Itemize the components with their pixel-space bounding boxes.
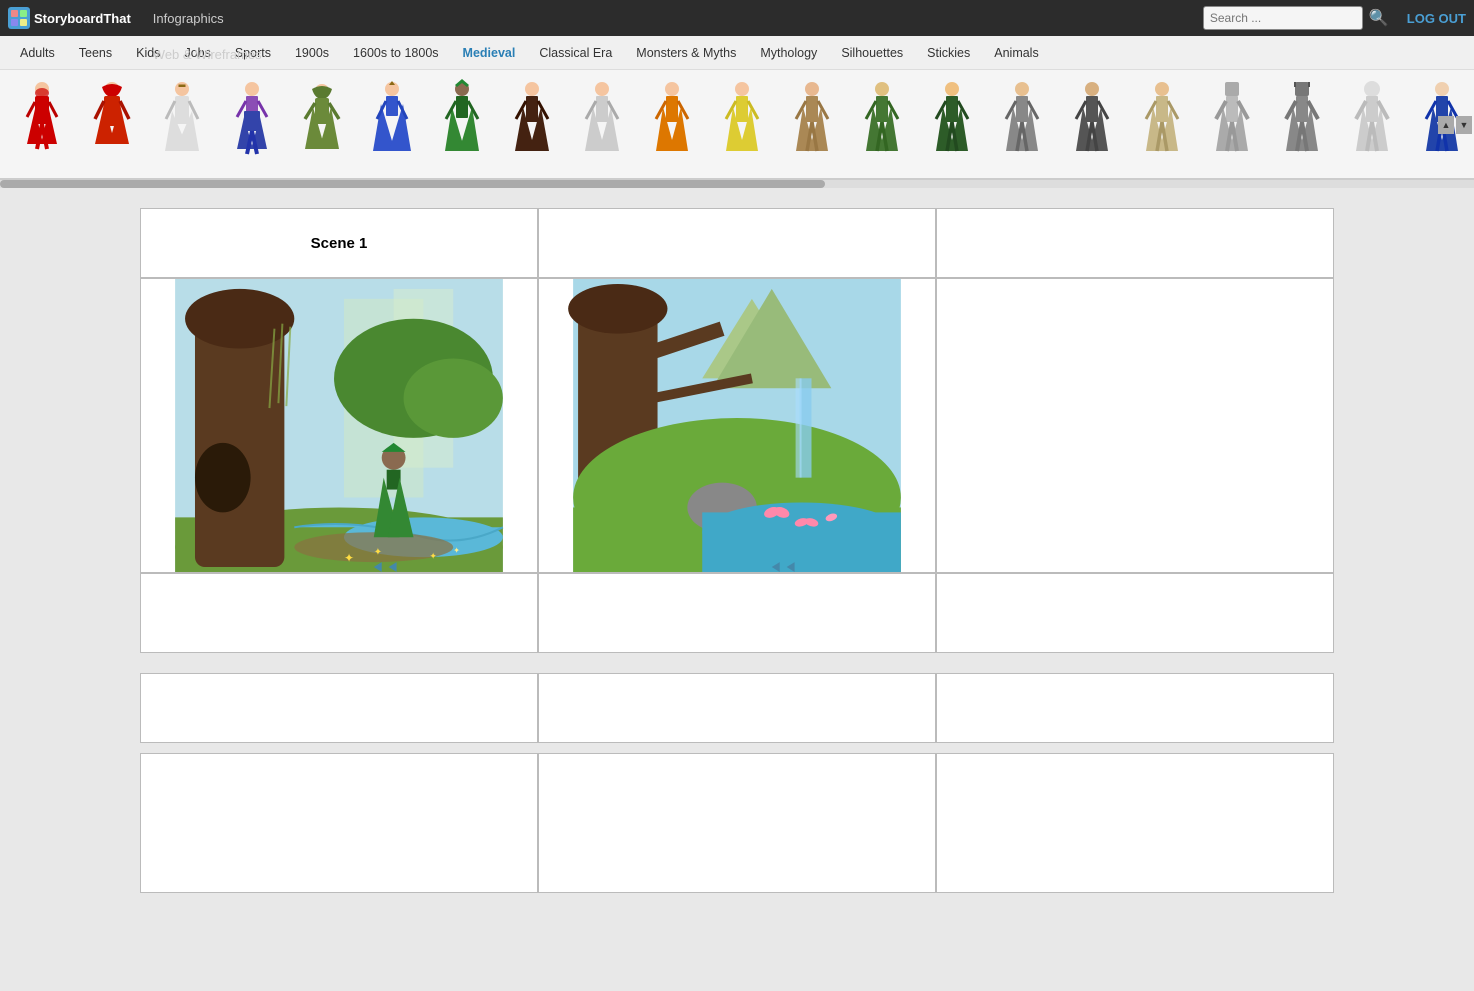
scene-2-extra[interactable]: [538, 753, 936, 893]
nav-infographics[interactable]: Infographics: [143, 0, 272, 36]
svg-text:✦: ✦: [429, 551, 437, 561]
scene-1-title[interactable]: Scene 1: [140, 208, 538, 278]
svg-text:✦: ✦: [453, 546, 460, 555]
scene-2-text[interactable]: [538, 573, 936, 653]
title-row: Scene 1: [140, 208, 1334, 278]
scene-1-image[interactable]: ✦ ✦ ✦ ✦: [140, 278, 538, 573]
scene-3-extra[interactable]: [936, 753, 1334, 893]
scene-1-desc[interactable]: [140, 673, 538, 743]
character-6[interactable]: [358, 74, 426, 174]
character-13[interactable]: [848, 74, 916, 174]
scene-1-extra[interactable]: [140, 753, 538, 893]
character-16[interactable]: [1058, 74, 1126, 174]
scene-3-text[interactable]: [936, 573, 1334, 653]
text-row: [140, 573, 1334, 653]
character-2[interactable]: [78, 74, 146, 174]
character-scrollbar[interactable]: [0, 180, 1474, 188]
cat-silhouettes[interactable]: Silhouettes: [829, 36, 915, 70]
character-7[interactable]: [428, 74, 496, 174]
character-9[interactable]: [568, 74, 636, 174]
scroll-up-button[interactable]: ▲: [1438, 116, 1454, 134]
scene-2-desc[interactable]: [538, 673, 936, 743]
character-5[interactable]: [288, 74, 356, 174]
scrollbar-thumb[interactable]: [0, 180, 825, 188]
strip-arrow-controls: ▲ ▼: [1438, 116, 1472, 134]
scene-2-image[interactable]: [538, 278, 936, 573]
character-strip: [0, 70, 1474, 180]
search-input[interactable]: [1203, 6, 1363, 30]
logout-button[interactable]: LOG OUT: [1407, 11, 1466, 26]
character-strip-wrapper: ▲ ▼: [0, 70, 1474, 180]
scene-3-desc[interactable]: [936, 673, 1334, 743]
scroll-down-button[interactable]: ▼: [1456, 116, 1472, 134]
logo[interactable]: StoryboardThat: [8, 7, 131, 29]
character-12[interactable]: [778, 74, 846, 174]
scene-3-image[interactable]: [936, 278, 1334, 573]
character-3[interactable]: [148, 74, 216, 174]
cat-mythology[interactable]: Mythology: [748, 36, 829, 70]
character-20[interactable]: [1338, 74, 1406, 174]
character-1[interactable]: [8, 74, 76, 174]
extra-row: [140, 753, 1334, 893]
description-row: [140, 673, 1334, 743]
svg-text:✦: ✦: [344, 551, 354, 565]
cat-monsters-myths[interactable]: Monsters & Myths: [624, 36, 748, 70]
storyboard-area: Scene 1: [0, 188, 1474, 913]
cat-1600s-1800s[interactable]: 1600s to 1800s: [341, 36, 451, 70]
character-19[interactable]: [1268, 74, 1336, 174]
cat-classical-era[interactable]: Classical Era: [527, 36, 624, 70]
nav-web-wireframes[interactable]: Web & Wireframes: [143, 36, 272, 72]
character-15[interactable]: [988, 74, 1056, 174]
top-navigation: StoryboardThat Scenes Characters Textabl…: [0, 0, 1474, 36]
logo-text: StoryboardThat: [34, 11, 131, 26]
character-8[interactable]: [498, 74, 566, 174]
scene-2-title[interactable]: [538, 208, 936, 278]
svg-text:✦: ✦: [374, 547, 382, 558]
character-18[interactable]: [1198, 74, 1266, 174]
character-11[interactable]: [708, 74, 776, 174]
logo-icon: [8, 7, 30, 29]
scene-3-title[interactable]: [936, 208, 1334, 278]
cat-teens[interactable]: Teens: [67, 36, 124, 70]
scene-1-text[interactable]: [140, 573, 538, 653]
image-row: ✦ ✦ ✦ ✦: [140, 278, 1334, 573]
character-10[interactable]: [638, 74, 706, 174]
search-button[interactable]: 🔍: [1369, 8, 1389, 28]
character-17[interactable]: [1128, 74, 1196, 174]
cat-adults[interactable]: Adults: [8, 36, 67, 70]
cat-animals[interactable]: Animals: [982, 36, 1050, 70]
search-area: 🔍 LOG OUT: [1203, 6, 1466, 30]
character-14[interactable]: [918, 74, 986, 174]
cat-1900s[interactable]: 1900s: [283, 36, 341, 70]
cat-medieval[interactable]: Medieval: [451, 36, 528, 70]
cat-stickies[interactable]: Stickies: [915, 36, 982, 70]
character-4[interactable]: [218, 74, 286, 174]
